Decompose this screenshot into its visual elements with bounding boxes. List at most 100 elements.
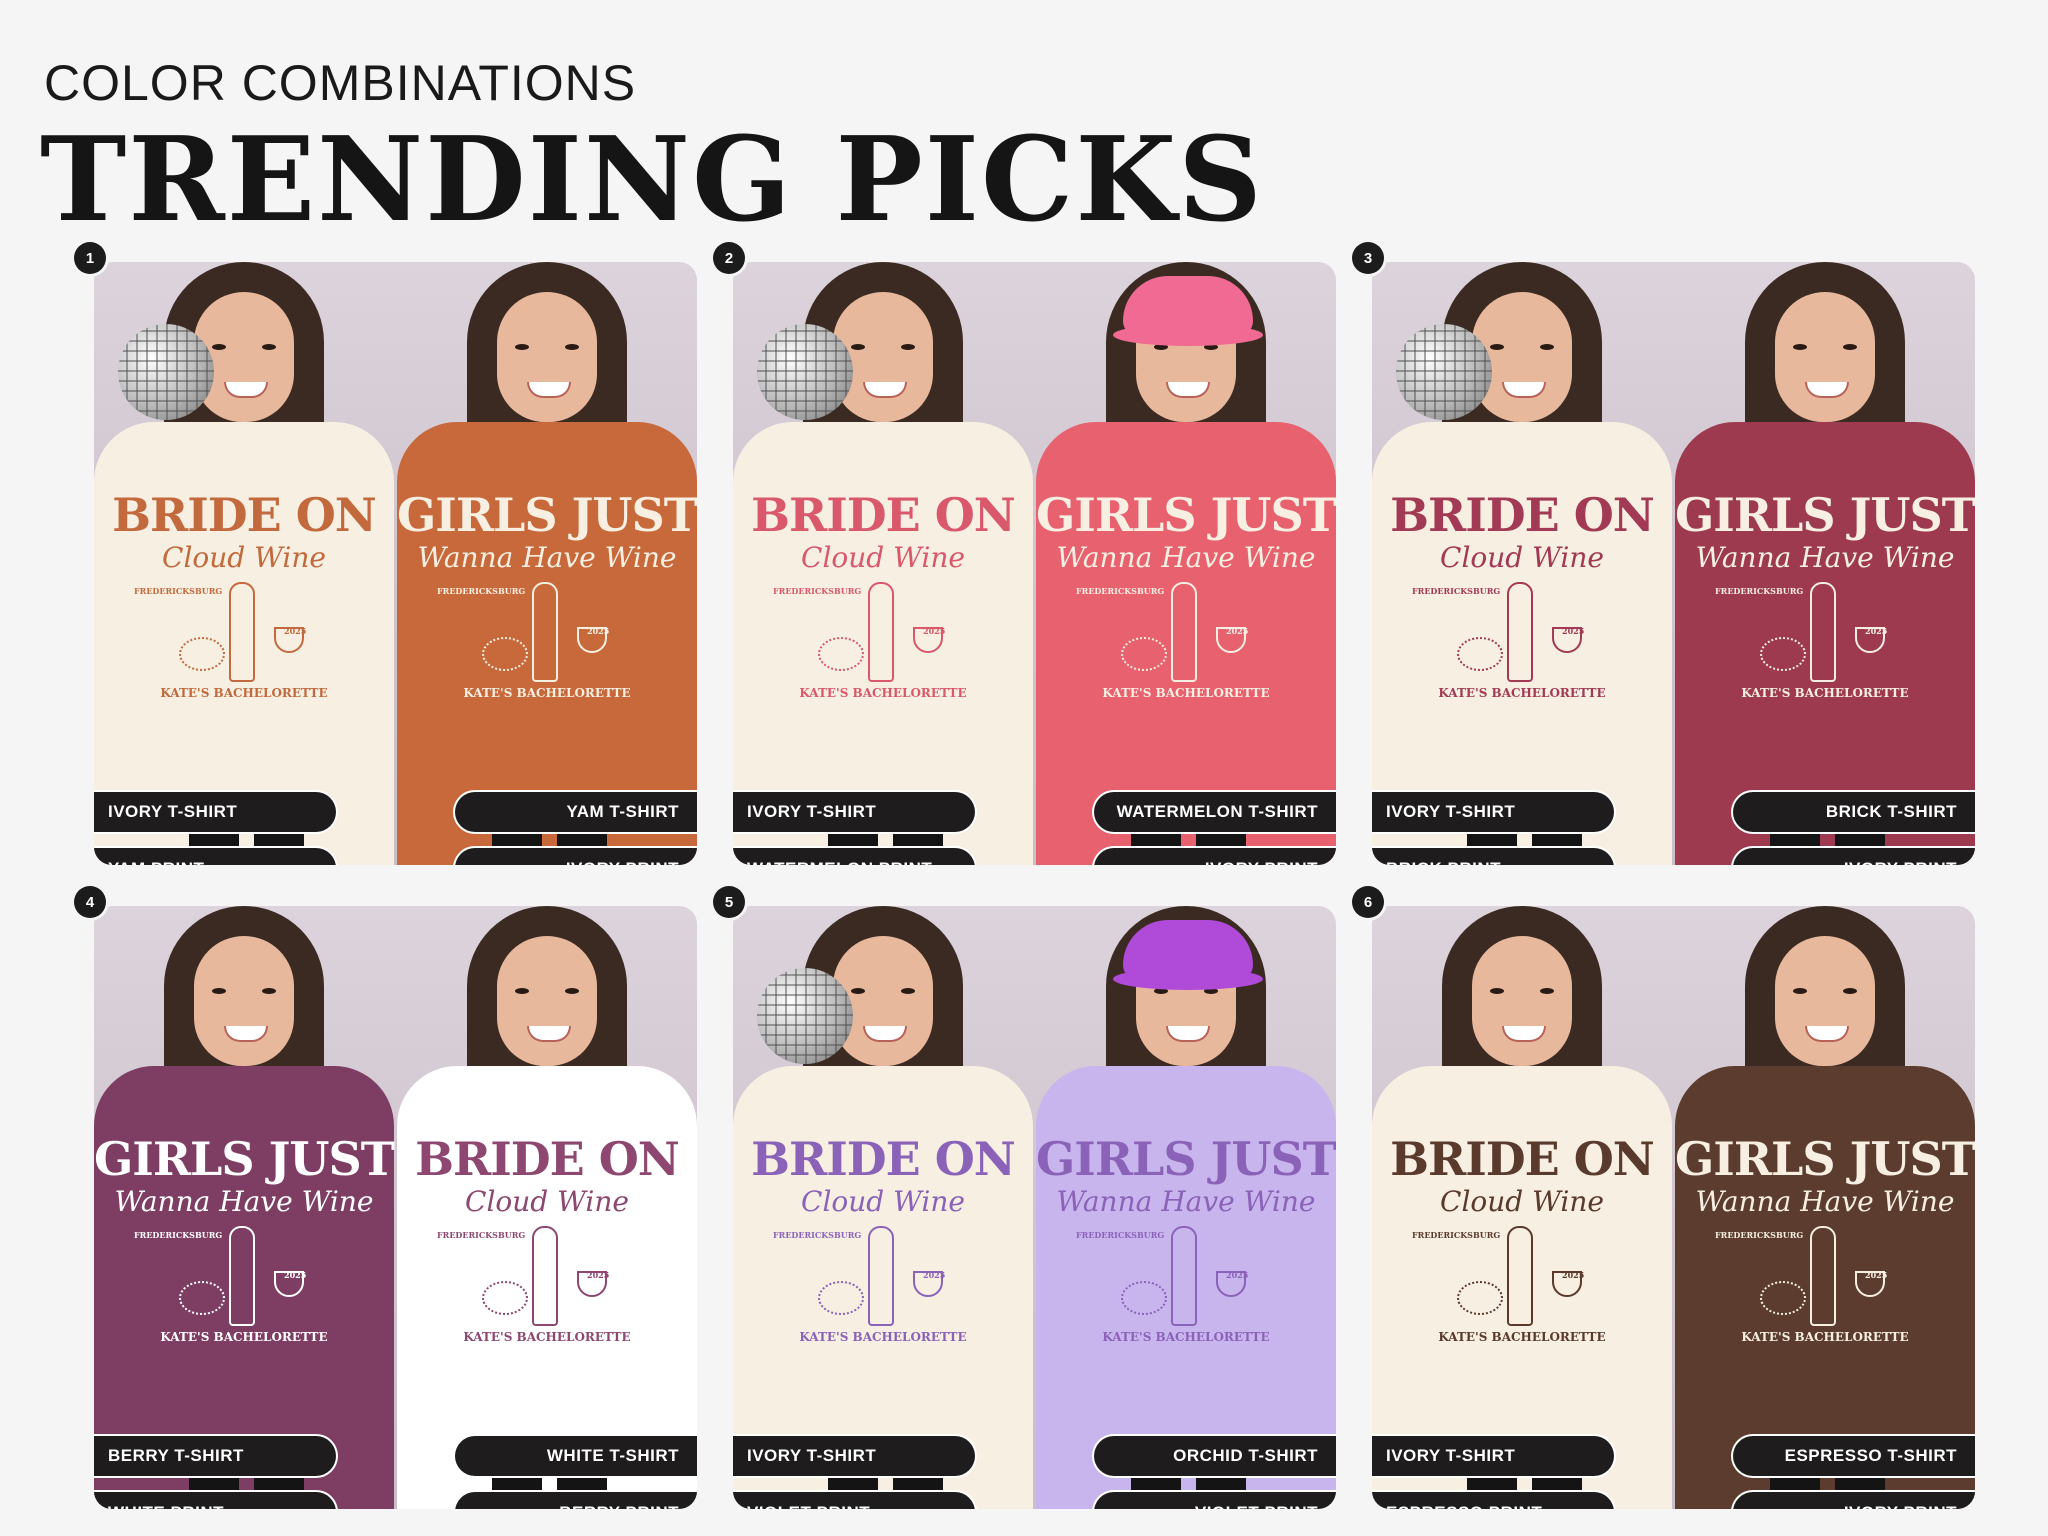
grapes-illustration xyxy=(1457,637,1503,671)
right-shirt-label: ORCHID T-SHIRT xyxy=(1092,1434,1336,1478)
shirt-script-text: Cloud Wine xyxy=(1440,1185,1604,1218)
left-shirt-label: IVORY T-SHIRT xyxy=(94,790,338,834)
right-print-label: IVORY PRINT xyxy=(453,846,697,865)
right-shirt-label: WHITE T-SHIRT xyxy=(453,1434,697,1478)
wine-glass-illustration xyxy=(1855,1271,1885,1297)
right-print-label: IVORY PRINT xyxy=(1092,846,1336,865)
shirt-event-name: KATE'S BACHELORETTE xyxy=(799,686,967,700)
right-print-label: IVORY PRINT xyxy=(1731,1490,1975,1509)
shirt-event-name: KATE'S BACHELORETTE xyxy=(160,1330,328,1344)
combination-card[interactable]: BRIDE ON Cloud Wine FREDERICKSBURG 2025 KATE… xyxy=(733,906,1336,1509)
shirt-script-text: Cloud Wine xyxy=(801,541,965,574)
wine-bottle-illustration xyxy=(1810,1226,1836,1326)
combination-card[interactable]: BRIDE ON Cloud Wine FREDERICKSBURG 2025 KATE… xyxy=(733,262,1336,865)
grapes-illustration xyxy=(179,637,225,671)
shirt-headline: BRIDE ON xyxy=(415,1132,680,1186)
combination-card[interactable]: BRIDE ON Cloud Wine FREDERICKSBURG 2025 KATE… xyxy=(1372,262,1975,865)
cowboy-hat-icon xyxy=(1123,276,1253,336)
left-shirt-label: IVORY T-SHIRT xyxy=(1372,790,1616,834)
wine-glass-illustration xyxy=(913,1271,943,1297)
shirt-event-name: KATE'S BACHELORETTE xyxy=(1102,686,1270,700)
eye xyxy=(1490,344,1504,350)
disco-ball-icon xyxy=(757,324,853,420)
right-model-photo: GIRLS JUST Wanna Have Wine FREDERICKSBURG 2… xyxy=(397,262,697,865)
shirt-event-name: KATE'S BACHELORETTE xyxy=(1102,1330,1270,1344)
right-model-photo: GIRLS JUST Wanna Have Wine FREDERICKSBURG 2… xyxy=(1036,906,1336,1509)
shirt-script-text: Wanna Have Wine xyxy=(1695,1185,1955,1218)
eye xyxy=(901,988,915,994)
disco-ball-icon xyxy=(1396,324,1492,420)
wine-bottle-illustration xyxy=(1171,582,1197,682)
page-title: TRENDING PICKS xyxy=(40,112,1264,248)
shirt-script-text: Cloud Wine xyxy=(801,1185,965,1218)
eye xyxy=(262,344,276,350)
right-shirt-label: YAM T-SHIRT xyxy=(453,790,697,834)
combination-card[interactable]: BRIDE ON Cloud Wine FREDERICKSBURG 2025 KATE… xyxy=(1372,906,1975,1509)
right-model-photo: GIRLS JUST Wanna Have Wine FREDERICKSBURG 2… xyxy=(1675,906,1975,1509)
left-model-photo: GIRLS JUST Wanna Have Wine FREDERICKSBURG 2… xyxy=(94,906,395,1509)
wine-bottle-illustration xyxy=(1810,582,1836,682)
face xyxy=(1775,292,1875,422)
wine-glass-illustration xyxy=(577,627,607,653)
left-print-label: VIOLET PRINT xyxy=(733,1490,977,1509)
combination-card[interactable]: GIRLS JUST Wanna Have Wine FREDERICKSBURG 2… xyxy=(94,906,697,1509)
eye xyxy=(212,988,226,994)
shirt-script-text: Wanna Have Wine xyxy=(1056,1185,1316,1218)
shirt-script-text: Cloud Wine xyxy=(162,541,326,574)
wine-bottle-illustration xyxy=(868,1226,894,1326)
right-model-photo: GIRLS JUST Wanna Have Wine FREDERICKSBURG 2… xyxy=(1675,262,1975,865)
wine-bottle-illustration xyxy=(532,1226,558,1326)
combination-number-badge: 1 xyxy=(74,242,106,274)
shirt-event-name: KATE'S BACHELORETTE xyxy=(463,1330,631,1344)
right-print-label: IVORY PRINT xyxy=(1731,846,1975,865)
left-print-label: YAM PRINT xyxy=(94,846,338,865)
grapes-illustration xyxy=(1121,1281,1167,1315)
combination-number-badge: 4 xyxy=(74,886,106,918)
combination-card[interactable]: BRIDE ON Cloud Wine FREDERICKSBURG 2025 KATE… xyxy=(94,262,697,865)
right-print-label: VIOLET PRINT xyxy=(1092,1490,1336,1509)
eye xyxy=(851,344,865,350)
right-print-label: BERRY PRINT xyxy=(453,1490,697,1509)
eye xyxy=(1793,988,1807,994)
eye xyxy=(1540,344,1554,350)
wine-glass-illustration xyxy=(913,627,943,653)
eye xyxy=(1490,988,1504,994)
wine-glass-illustration xyxy=(1552,1271,1582,1297)
grapes-illustration xyxy=(1760,1281,1806,1315)
eye xyxy=(515,344,529,350)
shirt-event-name: KATE'S BACHELORETTE xyxy=(1438,686,1606,700)
wine-bottle-illustration xyxy=(532,582,558,682)
wine-glass-illustration xyxy=(1216,1271,1246,1297)
shirt-headline: GIRLS JUST xyxy=(397,488,697,542)
left-print-label: ESPRESSO PRINT xyxy=(1372,1490,1616,1509)
wine-bottle-illustration xyxy=(1507,582,1533,682)
left-print-label: WHITE PRINT xyxy=(94,1490,338,1509)
wine-glass-illustration xyxy=(1552,627,1582,653)
eye xyxy=(212,344,226,350)
left-model-photo: BRIDE ON Cloud Wine FREDERICKSBURG 2025 KATE… xyxy=(1372,906,1672,1509)
right-shirt-label: BRICK T-SHIRT xyxy=(1731,790,1975,834)
left-shirt-label: IVORY T-SHIRT xyxy=(733,790,977,834)
shirt-event-name: KATE'S BACHELORETTE xyxy=(799,1330,967,1344)
eye xyxy=(851,988,865,994)
wine-glass-illustration xyxy=(1216,627,1246,653)
shirt-headline: GIRLS JUST xyxy=(1036,488,1336,542)
wine-bottle-illustration xyxy=(229,582,255,682)
grapes-illustration xyxy=(482,1281,528,1315)
face xyxy=(1775,936,1875,1066)
wine-bottle-illustration xyxy=(868,582,894,682)
shirt-headline: BRIDE ON xyxy=(1390,488,1655,542)
eye xyxy=(515,988,529,994)
right-model-photo: GIRLS JUST Wanna Have Wine FREDERICKSBURG 2… xyxy=(1036,262,1336,865)
shirt-headline: GIRLS JUST xyxy=(1675,1132,1975,1186)
left-shirt-label: IVORY T-SHIRT xyxy=(733,1434,977,1478)
grapes-illustration xyxy=(482,637,528,671)
combination-number-badge: 6 xyxy=(1352,886,1384,918)
shirt-script-text: Wanna Have Wine xyxy=(417,541,677,574)
grapes-illustration xyxy=(818,637,864,671)
combination-number-badge: 5 xyxy=(713,886,745,918)
face xyxy=(497,292,597,422)
shirt-headline: GIRLS JUST xyxy=(1036,1132,1336,1186)
eye xyxy=(565,344,579,350)
shirt-event-name: KATE'S BACHELORETTE xyxy=(1438,1330,1606,1344)
